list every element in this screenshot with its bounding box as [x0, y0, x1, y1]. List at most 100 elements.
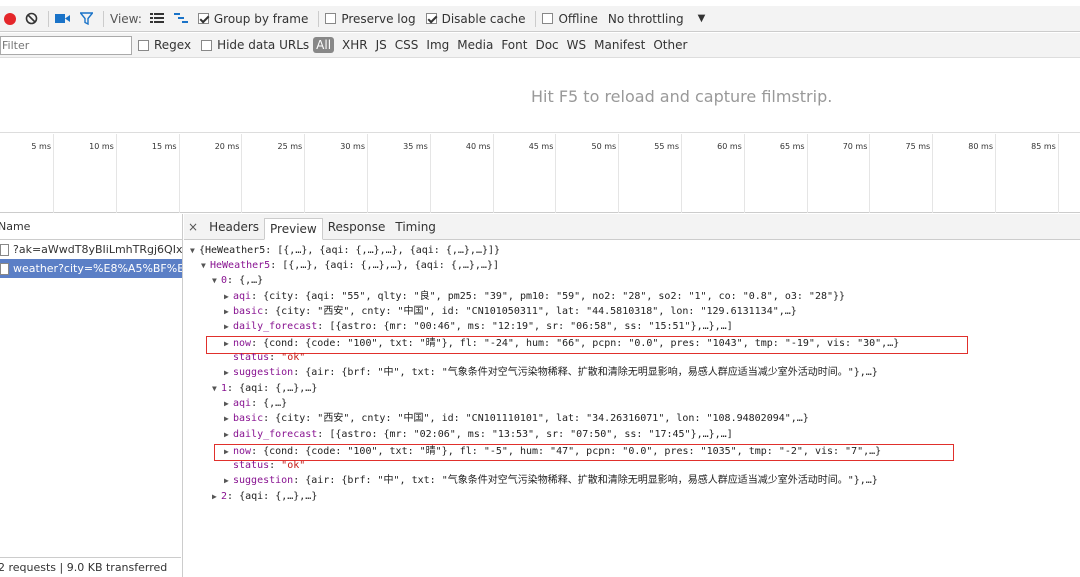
- clear-icon[interactable]: [25, 12, 38, 25]
- collapsed-triangle-icon[interactable]: ▶: [224, 428, 233, 442]
- name-column-header[interactable]: Name: [0, 214, 182, 240]
- collapsed-triangle-icon[interactable]: ▶: [224, 305, 233, 319]
- tree-row-daily-forecast[interactable]: ▶ daily_forecast: [{astro: {mr: "00:46", …: [224, 320, 733, 334]
- group-by-frame-label: Group by frame: [213, 11, 309, 26]
- filter-type-manifest[interactable]: Manifest: [594, 38, 645, 52]
- tree-key: basic: [233, 413, 264, 424]
- tree-key: now: [233, 446, 252, 457]
- tree-value: : {aqi: {,…},…}: [227, 491, 318, 502]
- timeline-tick: 35 ms: [368, 134, 431, 213]
- hide-data-urls-toggle[interactable]: Hide data URLs: [201, 38, 309, 52]
- disable-cache-toggle[interactable]: Disable cache: [425, 11, 526, 26]
- timeline-tick: 10 ms: [54, 134, 117, 213]
- regex-checkbox[interactable]: [138, 39, 149, 51]
- tree-value: : {city: "西安", cnty: "中国", id: "CN101110…: [263, 413, 809, 424]
- tab-response[interactable]: Response: [323, 217, 391, 239]
- disable-cache-checkbox[interactable]: [425, 13, 437, 24]
- video-camera-icon[interactable]: [55, 13, 70, 24]
- separator: [103, 10, 104, 27]
- filter-type-xhr[interactable]: XHR: [342, 38, 368, 52]
- request-list-panel: Name ?ak=aWwdT8yBIiLmhTRgj6QIx... weathe…: [0, 214, 183, 577]
- timeline-tick: 75 ms: [870, 134, 934, 213]
- tree-row-daily-forecast[interactable]: ▶ daily_forecast: [{astro: {mr: "02:06", …: [224, 428, 733, 442]
- expanded-triangle-icon[interactable]: ▼: [212, 274, 221, 288]
- tree-row-root[interactable]: ▼ {HeWeather5: [{,…}, {aqi: {,…},…}, {aqi…: [190, 244, 500, 258]
- collapsed-triangle-icon[interactable]: ▶: [224, 412, 233, 426]
- expanded-triangle-icon[interactable]: ▼: [212, 382, 221, 396]
- network-toolbar: View: Group by frame Preserve log Disabl…: [0, 6, 1080, 32]
- timeline-tick-label: 30 ms: [340, 142, 365, 151]
- tab-headers[interactable]: Headers: [204, 217, 264, 239]
- group-by-frame-toggle[interactable]: Group by frame: [197, 11, 309, 26]
- throttling-value: No throttling: [607, 11, 684, 26]
- timeline-tick-label: 85 ms: [1031, 142, 1056, 151]
- tree-row-basic[interactable]: ▶ basic: {city: "西安", cnty: "中国", id: "CN…: [224, 412, 809, 426]
- filter-type-js[interactable]: JS: [376, 38, 387, 52]
- offline-toggle[interactable]: Offline: [542, 12, 598, 26]
- collapsed-triangle-icon[interactable]: ▶: [224, 290, 233, 304]
- expanded-triangle-icon[interactable]: ▼: [190, 244, 199, 258]
- collapsed-triangle-icon[interactable]: ▶: [224, 366, 233, 380]
- large-rows-icon[interactable]: [149, 13, 164, 24]
- tree-row-basic[interactable]: ▶ basic: {city: "西安", cnty: "中国", id: "CN…: [224, 305, 797, 319]
- timeline-tick-label: 55 ms: [654, 142, 679, 151]
- throttling-select[interactable]: No throttling ▼: [608, 12, 705, 26]
- tree-row-aqi[interactable]: ▶ aqi: {,…}: [224, 397, 287, 411]
- tab-preview[interactable]: Preview: [264, 218, 323, 240]
- tree-key: status: [233, 460, 270, 471]
- tree-row-item-2[interactable]: ▶ 2: {aqi: {,…},…}: [212, 490, 317, 504]
- filter-input[interactable]: [0, 35, 132, 55]
- group-by-frame-checkbox[interactable]: [197, 13, 209, 24]
- collapsed-triangle-icon[interactable]: ▶: [212, 490, 221, 504]
- filter-type-css[interactable]: CSS: [395, 38, 419, 52]
- tree-value: : [{,…}, {aqi: {,…},…}, {aqi: {,…},…}]: [270, 260, 499, 271]
- timeline-tick: 5 ms: [0, 134, 54, 213]
- tree-row-item-0[interactable]: ▼ 0: {,…}: [212, 274, 263, 288]
- filter-type-font[interactable]: Font: [501, 38, 527, 52]
- tree-value: : {cond: {code: "100", txt: "晴"}, fl: "-…: [251, 338, 900, 349]
- tab-timing[interactable]: Timing: [390, 217, 441, 239]
- disable-cache-label: Disable cache: [441, 11, 526, 26]
- filter-type-media[interactable]: Media: [457, 38, 493, 52]
- offline-checkbox[interactable]: [542, 13, 554, 24]
- filter-type-ws[interactable]: WS: [567, 38, 586, 52]
- request-row[interactable]: ?ak=aWwdT8yBIiLmhTRgj6QIx...: [0, 240, 182, 259]
- filter-type-doc[interactable]: Doc: [535, 38, 558, 52]
- tree-row-suggestion[interactable]: ▶ suggestion: {air: {brf: "中", txt: "气象条件…: [224, 474, 878, 488]
- collapsed-triangle-icon[interactable]: ▶: [224, 445, 233, 459]
- timeline-overview[interactable]: 5 ms 10 ms 15 ms 20 ms 25 ms 30 ms 35 ms 40 ms 4…: [0, 134, 1080, 213]
- timeline-tick: 50 ms: [556, 134, 620, 213]
- collapsed-triangle-icon[interactable]: ▶: [224, 397, 233, 411]
- tree-key: aqi: [233, 291, 252, 302]
- collapsed-triangle-icon[interactable]: ▶: [224, 474, 233, 488]
- record-icon[interactable]: [4, 12, 16, 25]
- tree-row-suggestion[interactable]: ▶ suggestion: {air: {brf: "中", txt: "气象条件…: [224, 366, 878, 380]
- collapsed-triangle-icon[interactable]: ▶: [224, 337, 233, 351]
- preserve-log-checkbox[interactable]: [325, 13, 337, 24]
- timeline-tick: 25 ms: [242, 134, 306, 213]
- tree-row-aqi[interactable]: ▶ aqi: {city: {aqi: "55", qlty: "良", pm25…: [224, 290, 845, 304]
- filter-type-other[interactable]: Other: [653, 38, 687, 52]
- tree-row-item-1[interactable]: ▼ 1: {aqi: {,…},…}: [212, 382, 317, 396]
- timeline-tick-label: 35 ms: [403, 142, 428, 151]
- timeline-tick-label: 70 ms: [842, 142, 868, 151]
- request-row[interactable]: weather?city=%E8%A5%BF%E...: [0, 259, 182, 278]
- tree-row-now[interactable]: ▶ now: {cond: {code: "100", txt: "晴"}, fl…: [224, 445, 881, 459]
- tree-value: {HeWeather5: [{,…}, {aqi: {,…},…}, {aqi:…: [199, 245, 501, 256]
- tree-row-heweather[interactable]: ▼ HeWeather5: [{,…}, {aqi: {,…},…}, {aqi:…: [201, 259, 499, 273]
- filter-type-all[interactable]: All: [313, 37, 335, 53]
- collapsed-triangle-icon[interactable]: ▶: [224, 320, 233, 334]
- file-icon: [0, 262, 9, 275]
- filter-icon[interactable]: [80, 12, 93, 25]
- timeline-tick: 55 ms: [619, 134, 682, 213]
- tree-row-now[interactable]: ▶ now: {cond: {code: "100", txt: "晴"}, fl…: [224, 337, 899, 351]
- waterfall-overview-icon[interactable]: [173, 13, 188, 24]
- hide-data-urls-checkbox[interactable]: [201, 39, 213, 51]
- filter-type-img[interactable]: Img: [426, 38, 449, 52]
- preserve-log-toggle[interactable]: Preserve log: [325, 12, 416, 26]
- regex-toggle[interactable]: Regex: [138, 38, 191, 52]
- timeline-tick-label: 10 ms: [89, 142, 114, 151]
- close-icon[interactable]: ×: [184, 217, 204, 239]
- tree-value: : {aqi: {,…},…}: [227, 383, 318, 394]
- expanded-triangle-icon[interactable]: ▼: [201, 259, 210, 273]
